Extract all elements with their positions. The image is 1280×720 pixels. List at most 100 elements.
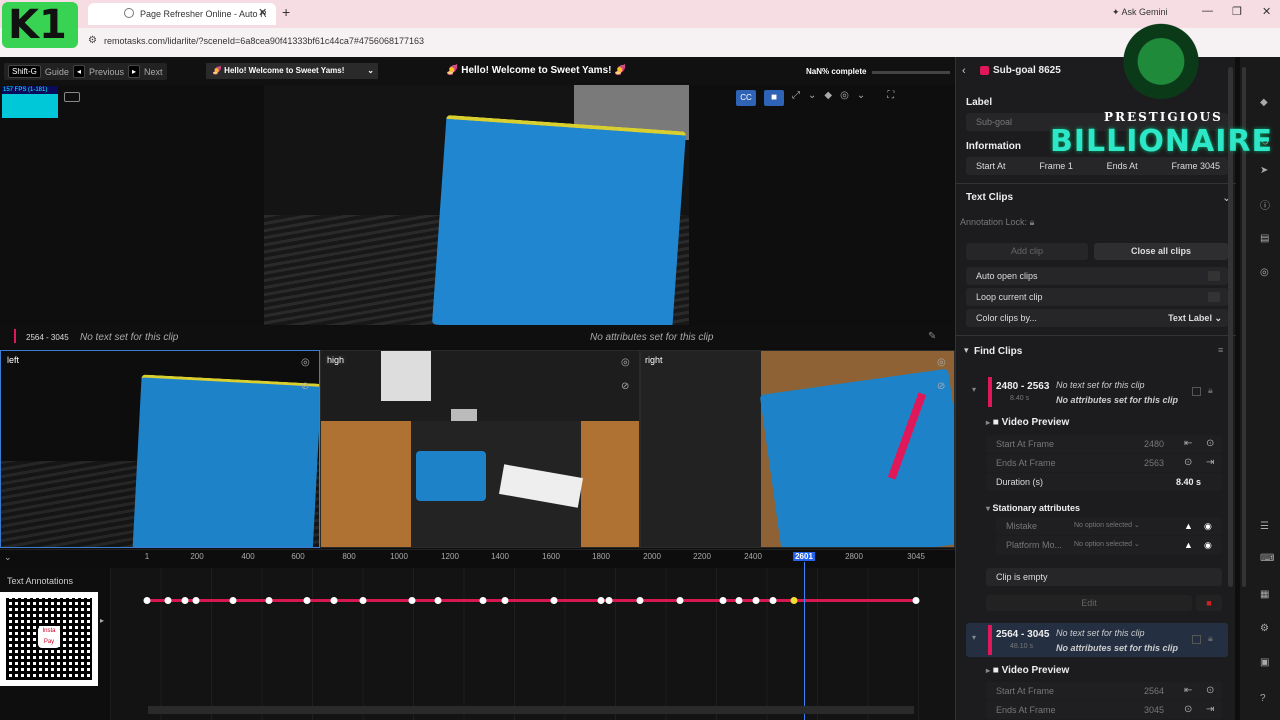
go-to-start-icon[interactable]: ⇤	[1184, 435, 1192, 453]
target-icon[interactable]: ◎	[840, 90, 849, 106]
delete-icon[interactable]: ■	[1196, 595, 1222, 611]
go-to-end-icon[interactable]: ⇥	[1206, 454, 1214, 472]
annotation-keyframe[interactable]	[479, 597, 487, 604]
add-clip-button[interactable]: Add clip	[966, 243, 1088, 260]
welcome-dropdown[interactable]: 🍠 Hello! Welcome to Sweet Yams! ⌄	[206, 63, 378, 79]
info-icon[interactable]: ⓘ	[1260, 197, 1270, 212]
clip2-video-preview[interactable]: ▸ ■ Video Preview	[986, 665, 1069, 676]
collapse-icon[interactable]: ⌄	[4, 552, 12, 563]
timeline-track-area[interactable]	[110, 568, 955, 720]
locate-icon[interactable]: ◎	[937, 357, 946, 368]
clip2-end-value[interactable]: 3045	[1144, 701, 1164, 719]
clip1-video-preview[interactable]: ▸ ■ Video Preview	[986, 417, 1069, 428]
annotation-keyframe[interactable]	[229, 597, 237, 604]
set-end-icon[interactable]: ⊙	[1184, 454, 1192, 472]
guide-link[interactable]: Guide	[45, 67, 69, 77]
annotation-keyframe[interactable]	[912, 597, 920, 604]
set-start-icon[interactable]: ⊙	[1206, 435, 1214, 453]
list-icon[interactable]: ☰	[1260, 521, 1269, 532]
annotation-keyframe[interactable]	[303, 597, 311, 604]
browser-tab[interactable]: Page Refresher Online - Auto R	[88, 3, 276, 25]
playhead[interactable]	[804, 562, 805, 720]
document-icon[interactable]: ▤	[1260, 233, 1269, 244]
timeline-scrollbar[interactable]	[148, 706, 914, 714]
target-icon[interactable]: ◎	[1260, 267, 1269, 278]
annotation-keyframe[interactable]	[752, 597, 760, 604]
filter-icon[interactable]: ≡	[1218, 345, 1223, 355]
clip1-checkbox[interactable]	[1192, 387, 1201, 396]
mistake-select[interactable]: No option selected ⌄	[1074, 517, 1140, 535]
help-icon[interactable]: ?	[1260, 693, 1266, 704]
annotation-keyframe[interactable]	[605, 597, 613, 604]
lock-icon[interactable]: 🔒︎	[1208, 633, 1213, 644]
clip2-card[interactable]: ▾ 2564 - 3045 48.10 s No text set for th…	[966, 623, 1228, 657]
settings-icon[interactable]: ⚙	[1260, 623, 1269, 634]
find-clips-chevron-icon[interactable]: ▾	[964, 345, 969, 356]
clip2-checkbox[interactable]	[1192, 635, 1201, 644]
previous-link[interactable]: Previous	[89, 67, 124, 77]
annotation-keyframe[interactable]	[550, 597, 558, 604]
clip1-start-value[interactable]: 2480	[1144, 435, 1164, 453]
color-by-row[interactable]: Color clips by... Text Label ⌄	[966, 309, 1228, 327]
camera-high[interactable]: high ◎ ⊘	[320, 350, 640, 548]
camera-right[interactable]: right ◎ ⊘	[640, 350, 955, 548]
auto-open-toggle[interactable]	[1208, 271, 1220, 281]
ask-gemini-button[interactable]: ✦ Ask Gemini	[1112, 7, 1168, 18]
edit-pencil-icon[interactable]: ✎	[928, 331, 936, 342]
edit-button[interactable]: Edit	[986, 595, 1192, 611]
fullscreen-icon[interactable]: ⛶	[887, 90, 894, 106]
set-end-icon[interactable]: ⊙	[1184, 701, 1192, 719]
tab-close-icon[interactable]: ✕	[258, 6, 267, 19]
next-link[interactable]: Next	[144, 67, 163, 77]
annotation-keyframe[interactable]	[636, 597, 644, 604]
keyboard-icon[interactable]	[64, 92, 80, 102]
go-to-end-icon[interactable]: ⇥	[1206, 701, 1214, 719]
auto-open-row[interactable]: Auto open clips	[966, 267, 1228, 285]
main-video-frame[interactable]	[264, 85, 689, 325]
closed-caption-icon[interactable]: CC	[736, 90, 756, 106]
annotation-keyframe[interactable]	[790, 597, 798, 604]
grid-icon[interactable]: ▦	[1260, 589, 1269, 600]
hide-icon[interactable]: ⊘	[937, 381, 945, 392]
annotation-keyframe[interactable]	[769, 597, 777, 604]
expand-icon[interactable]: ▾	[972, 385, 976, 394]
clip1-card[interactable]: ▾ 2480 - 2563 8.40 s No text set for thi…	[966, 377, 1228, 407]
video-icon[interactable]: ▣	[1260, 657, 1269, 668]
back-chevron-icon[interactable]: ‹	[962, 65, 966, 77]
clip1-end-value[interactable]: 2563	[1144, 454, 1164, 472]
keyboard-icon[interactable]: ⌨	[1260, 553, 1274, 564]
maximize-icon[interactable]: ❐	[1232, 5, 1242, 18]
locate-icon[interactable]: ◎	[301, 357, 310, 368]
annotation-keyframe[interactable]	[265, 597, 273, 604]
annotation-keyframe[interactable]	[434, 597, 442, 604]
annotation-keyframe[interactable]	[719, 597, 727, 604]
annotation-keyframe[interactable]	[735, 597, 743, 604]
help-icon[interactable]: ◉	[1204, 536, 1212, 554]
hide-icon[interactable]: ⊘	[621, 381, 629, 392]
external-link-icon[interactable]: ⤢	[792, 90, 800, 106]
window-close-icon[interactable]: ✕	[1262, 5, 1271, 18]
annotation-keyframe[interactable]	[408, 597, 416, 604]
expand-icon[interactable]: ▾	[972, 633, 976, 642]
minimize-icon[interactable]: —	[1202, 5, 1213, 17]
chevron-down-icon[interactable]: ⌄	[808, 90, 816, 106]
platform-select[interactable]: No option selected ⌄	[1074, 536, 1140, 554]
annotation-keyframe[interactable]	[192, 597, 200, 604]
locate-icon[interactable]: ◎	[621, 357, 630, 368]
annotation-keyframe[interactable]	[164, 597, 172, 604]
site-info-icon[interactable]: ⚙	[88, 35, 97, 46]
close-all-clips-button[interactable]: Close all clips	[1094, 243, 1228, 260]
camera-left[interactable]: left ◎ ⊘	[0, 350, 320, 548]
annotation-keyframe[interactable]	[143, 597, 151, 604]
loop-current-row[interactable]: Loop current clip	[966, 288, 1228, 306]
loop-current-toggle[interactable]	[1208, 292, 1220, 302]
color-by-select[interactable]: Text Label ⌄	[1168, 309, 1222, 327]
annotation-keyframe[interactable]	[330, 597, 338, 604]
set-start-icon[interactable]: ⊙	[1206, 682, 1214, 700]
layers-icon[interactable]: ◆	[824, 90, 832, 106]
go-to-start-icon[interactable]: ⇤	[1184, 682, 1192, 700]
new-tab-button[interactable]: +	[282, 4, 290, 20]
lock-icon[interactable]: 🔒︎	[1208, 385, 1213, 396]
chevron-down-icon[interactable]: ⌄	[857, 90, 865, 106]
annotation-keyframe[interactable]	[676, 597, 684, 604]
